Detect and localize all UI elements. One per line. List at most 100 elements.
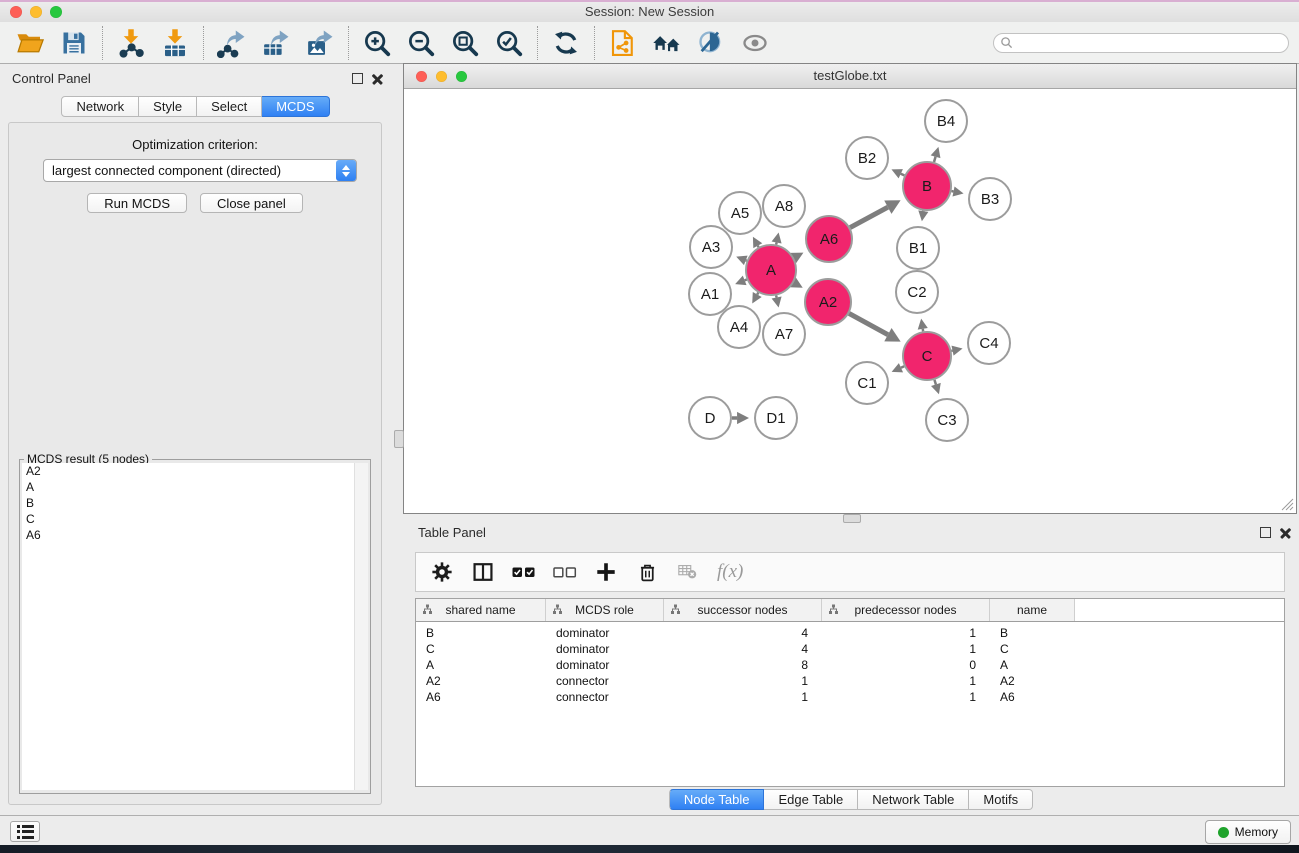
node-C1[interactable]: C1 xyxy=(846,362,888,404)
edge-A-A1[interactable] xyxy=(735,276,747,285)
edge-C-C4[interactable] xyxy=(951,346,962,356)
result-item[interactable]: C xyxy=(22,511,354,527)
node-A5[interactable]: A5 xyxy=(719,192,761,234)
node-C[interactable]: C xyxy=(903,332,951,380)
show-columns-button[interactable] xyxy=(471,560,495,584)
network-canvas[interactable]: AA6A2BCA1A3A4A5A7A8B1B2B3B4C1C2C3C4DD1 xyxy=(404,89,1296,513)
select-all-button[interactable] xyxy=(512,560,536,584)
node-B2[interactable]: B2 xyxy=(846,137,888,179)
column-header-shared-name[interactable]: shared name xyxy=(416,599,546,621)
edge-C-C1[interactable] xyxy=(892,363,905,372)
edge-B-B3[interactable] xyxy=(951,186,963,196)
node-A8[interactable]: A8 xyxy=(763,185,805,227)
zoom-out-button[interactable] xyxy=(399,24,443,62)
edge-A-A7[interactable] xyxy=(772,295,782,307)
function-builder-button[interactable]: f(x) xyxy=(717,560,743,584)
edge-B-B1[interactable] xyxy=(918,210,928,221)
import-network-button[interactable] xyxy=(109,24,153,62)
table-row[interactable]: Bdominator41B xyxy=(416,625,1284,641)
edge-D-D1[interactable] xyxy=(732,412,749,424)
create-column-button[interactable] xyxy=(594,560,618,584)
node-A[interactable]: A xyxy=(746,245,796,295)
node-A4[interactable]: A4 xyxy=(718,306,760,348)
deselect-all-button[interactable] xyxy=(553,560,577,584)
export-network-button[interactable] xyxy=(210,24,254,62)
node-C4[interactable]: C4 xyxy=(968,322,1010,364)
tab-network[interactable]: Network xyxy=(61,96,139,117)
save-session-button[interactable] xyxy=(52,24,96,62)
refresh-view-button[interactable] xyxy=(544,24,588,62)
node-A3[interactable]: A3 xyxy=(690,226,732,268)
node-D1[interactable]: D1 xyxy=(755,397,797,439)
node-A1[interactable]: A1 xyxy=(689,273,731,315)
mcds-result-list[interactable]: A2ABCA6 xyxy=(22,463,354,790)
splitter-handle-vertical[interactable] xyxy=(394,430,404,448)
column-header-name[interactable]: name xyxy=(990,599,1075,621)
tab-select[interactable]: Select xyxy=(197,96,262,117)
delete-table-button[interactable] xyxy=(676,560,700,584)
resize-grip[interactable] xyxy=(1279,496,1294,511)
node-B1[interactable]: B1 xyxy=(897,227,939,269)
task-history-button[interactable] xyxy=(10,821,40,842)
edge-B-B4[interactable] xyxy=(931,147,941,162)
home-networks-button[interactable] xyxy=(645,24,689,62)
search-input[interactable] xyxy=(1013,35,1288,51)
memory-button[interactable]: Memory xyxy=(1205,820,1291,844)
float-panel-icon[interactable] xyxy=(1260,527,1271,538)
tab-network-table[interactable]: Network Table xyxy=(858,789,969,810)
edge-A6-B[interactable] xyxy=(850,200,901,227)
edge-A-A8[interactable] xyxy=(772,232,782,244)
close-panel-icon[interactable] xyxy=(372,73,383,84)
delete-column-button[interactable] xyxy=(635,560,659,584)
node-C3[interactable]: C3 xyxy=(926,399,968,441)
network-window-titlebar[interactable]: testGlobe.txt xyxy=(404,64,1296,89)
result-item[interactable]: A2 xyxy=(22,463,354,479)
node-B4[interactable]: B4 xyxy=(925,100,967,142)
run-mcds-button[interactable]: Run MCDS xyxy=(87,193,187,213)
export-image-button[interactable] xyxy=(298,24,342,62)
table-row[interactable]: A6connector11A6 xyxy=(416,689,1284,705)
table-row[interactable]: Adominator80A xyxy=(416,657,1284,673)
tab-node-table[interactable]: Node Table xyxy=(669,789,765,810)
node-B3[interactable]: B3 xyxy=(969,178,1011,220)
open-session-button[interactable] xyxy=(8,24,52,62)
criterion-dropdown[interactable]: largest connected component (directed) xyxy=(43,159,357,182)
result-item[interactable]: A xyxy=(22,479,354,495)
node-A2[interactable]: A2 xyxy=(805,279,851,325)
hide-panel-button[interactable] xyxy=(689,24,733,62)
tab-edge-table[interactable]: Edge Table xyxy=(764,789,858,810)
edge-C-C3[interactable] xyxy=(931,380,941,394)
export-table-button[interactable] xyxy=(254,24,298,62)
edge-A-A4[interactable] xyxy=(752,292,761,303)
column-header-successor-nodes[interactable]: successor nodes xyxy=(664,599,822,621)
zoom-selected-button[interactable] xyxy=(487,24,531,62)
result-item[interactable]: B xyxy=(22,495,354,511)
tab-style[interactable]: Style xyxy=(139,96,197,117)
float-panel-icon[interactable] xyxy=(352,73,363,84)
edge-B-B2[interactable] xyxy=(891,169,904,178)
close-panel-button[interactable]: Close panel xyxy=(200,193,303,213)
edge-A2-C[interactable] xyxy=(849,313,901,341)
column-header-predecessor-nodes[interactable]: predecessor nodes xyxy=(822,599,990,621)
zoom-in-button[interactable] xyxy=(355,24,399,62)
node-B[interactable]: B xyxy=(903,162,951,210)
column-header-MCDS-role[interactable]: MCDS role xyxy=(546,599,664,621)
import-table-button[interactable] xyxy=(153,24,197,62)
table-settings-button[interactable] xyxy=(430,560,454,584)
tab-mcds[interactable]: MCDS xyxy=(262,96,329,117)
search-field[interactable] xyxy=(993,33,1289,53)
result-scrollbar[interactable] xyxy=(354,463,368,790)
node-A6[interactable]: A6 xyxy=(806,216,852,262)
close-panel-icon[interactable] xyxy=(1280,527,1291,538)
zoom-fit-button[interactable] xyxy=(443,24,487,62)
table-row[interactable]: Cdominator41C xyxy=(416,641,1284,657)
show-panel-button[interactable] xyxy=(733,24,777,62)
node-C2[interactable]: C2 xyxy=(896,271,938,313)
table-row[interactable]: A2connector11A2 xyxy=(416,673,1284,689)
edge-C-C2[interactable] xyxy=(918,319,928,332)
result-item[interactable]: A6 xyxy=(22,527,354,543)
node-A7[interactable]: A7 xyxy=(763,313,805,355)
network-file-button[interactable] xyxy=(601,24,645,62)
tab-motifs[interactable]: Motifs xyxy=(969,789,1033,810)
network-graph[interactable]: AA6A2BCA1A3A4A5A7A8B1B2B3B4C1C2C3C4DD1 xyxy=(404,89,1296,514)
